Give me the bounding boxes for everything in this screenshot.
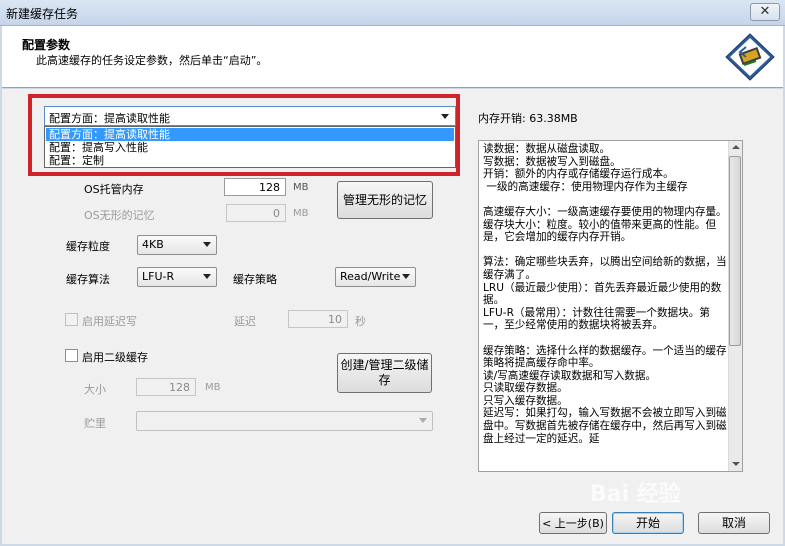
chevron-down-icon (203, 274, 211, 279)
l2-cache-label: 启用二级缓存 (82, 351, 148, 364)
cache-algorithm-select[interactable]: LFU-R (137, 267, 217, 287)
chevron-down-icon (402, 274, 410, 279)
delay-label: 延迟 (234, 315, 256, 328)
title-bar: 新建缓存任务 ✕ (0, 0, 785, 26)
highlight-annotation (28, 94, 460, 176)
cache-strategy-select[interactable]: Read/Write (335, 267, 416, 287)
l2-size-label: 大小 (84, 383, 106, 396)
delay-input[interactable]: 10 (288, 310, 348, 328)
close-button[interactable]: ✕ (750, 3, 780, 21)
cache-granularity-select[interactable]: 4KB (137, 235, 217, 255)
os-invisible-label: OS无形的记忆 (84, 209, 155, 222)
manage-invisible-button[interactable]: 管理无形的记忆 (337, 181, 433, 219)
cancel-button[interactable]: 取消 (698, 512, 770, 534)
scroll-up-icon[interactable] (732, 145, 740, 149)
cache-granularity-value: 4KB (142, 238, 164, 251)
watermark: Bai 经验 (590, 482, 681, 507)
l2-size-unit: MB (205, 382, 221, 393)
scroll-down-icon[interactable] (732, 462, 740, 466)
back-button[interactable]: < 上一步(B) (539, 512, 607, 534)
memory-cost-text: 内存开销: 63.38MB (478, 112, 578, 125)
cache-chip-wizard-icon (725, 33, 775, 81)
os-memory-input[interactable]: 128 (224, 178, 286, 196)
page-subtitle: 此高速缓存的任务设定参数，然后单击“启动”。 (36, 54, 268, 67)
chevron-down-icon (419, 418, 427, 423)
l2-storage-label: 贮里 (84, 417, 106, 430)
l2-size-input[interactable]: 128 (136, 378, 196, 396)
cache-strategy-value: Read/Write (340, 270, 401, 283)
scrollbar-thumb[interactable] (729, 156, 741, 346)
os-invisible-input[interactable]: 0 (226, 204, 286, 222)
cache-algorithm-label: 缓存算法 (66, 273, 110, 286)
page-title: 配置参数 (22, 38, 71, 52)
delay-unit: 秒 (355, 315, 366, 328)
wizard-header: 配置参数 此高速缓存的任务设定参数，然后单击“启动”。 (2, 26, 783, 88)
cache-strategy-label: 缓存策略 (233, 273, 277, 286)
delayed-write-checkbox[interactable] (65, 313, 78, 326)
chevron-down-icon (203, 242, 211, 247)
l2-storage-select[interactable] (136, 411, 433, 431)
start-button[interactable]: 开始 (612, 512, 684, 534)
close-icon: ✕ (759, 4, 771, 19)
info-description-box: 读数据：数据从磁盘读取。 写数据：数据被写入到磁盘。 开销：额外的内存或存储缓存… (478, 140, 743, 472)
cache-granularity-label: 缓存粒度 (66, 240, 110, 253)
os-memory-label: OS托管内存 (84, 183, 144, 196)
info-description-text: 读数据：数据从磁盘读取。 写数据：数据被写入到磁盘。 开销：额外的内存或存储缓存… (483, 143, 727, 445)
os-invisible-unit: MB (293, 208, 309, 219)
window-title: 新建缓存任务 (6, 7, 79, 21)
create-l2-button[interactable]: 创建/管理二级储存 (337, 353, 432, 393)
delayed-write-label: 启用延迟写 (82, 315, 137, 328)
cache-algorithm-value: LFU-R (142, 270, 175, 283)
os-memory-unit: MB (293, 182, 309, 193)
l2-cache-checkbox[interactable] (65, 349, 78, 362)
